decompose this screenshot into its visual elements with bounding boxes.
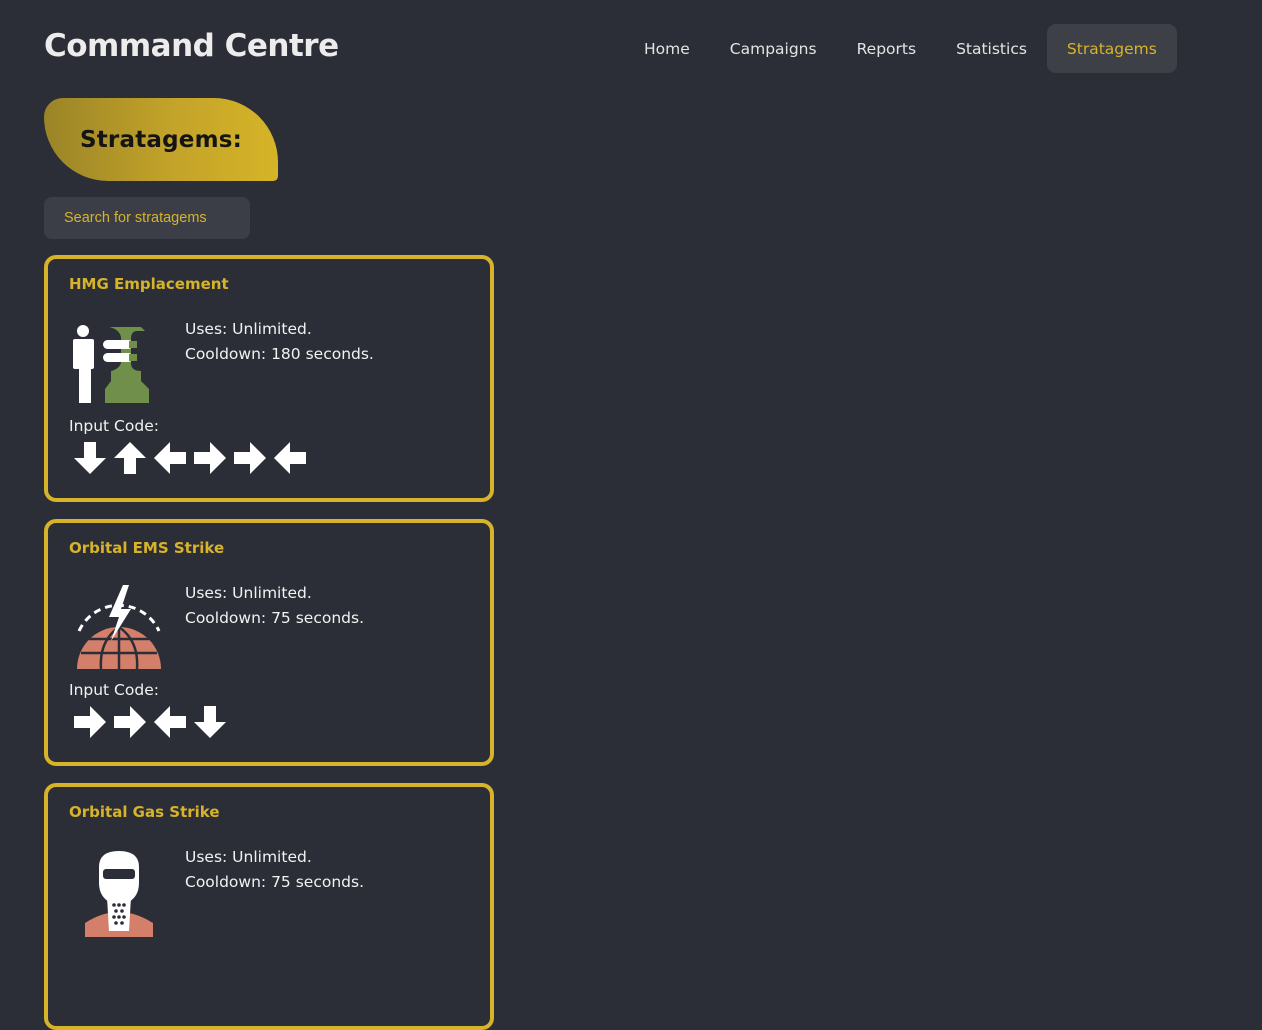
stratagem-card[interactable]: HMG Emplacement Uses: Unlimited. Cooldow…: [44, 255, 494, 502]
nav-home[interactable]: Home: [624, 24, 710, 73]
search-input[interactable]: [44, 197, 250, 239]
nav-statistics[interactable]: Statistics: [936, 24, 1047, 73]
uses-text: Uses: Unlimited.: [185, 320, 312, 338]
stratagem-name: Orbital EMS Strike: [69, 539, 225, 557]
input-code-sequence: [73, 441, 313, 475]
arrow-left-icon: [153, 705, 193, 739]
stratagem-name: Orbital Gas Strike: [69, 803, 220, 821]
uses-text: Uses: Unlimited.: [185, 584, 312, 602]
top-header: Command Centre Home Campaigns Reports St…: [0, 0, 1262, 96]
nav-stratagems[interactable]: Stratagems: [1046, 24, 1177, 73]
stratagem-name: HMG Emplacement: [69, 275, 229, 293]
arrow-left-icon: [273, 441, 313, 475]
nav-campaigns[interactable]: Campaigns: [710, 24, 837, 73]
stratagem-stats: Uses: Unlimited. Cooldown: 180 seconds.: [185, 317, 374, 367]
brand-title[interactable]: Command Centre: [44, 28, 339, 64]
stratagem-card[interactable]: Orbital EMS Strike Uses: Unlimited. Cool…: [44, 519, 494, 766]
main-nav: Home Campaigns Reports Statistics Strata…: [624, 24, 1177, 73]
arrow-down-icon: [73, 441, 113, 475]
stratagem-card[interactable]: Orbital Gas Strike Uses: Unlimited. Cool…: [44, 783, 494, 1030]
arrow-up-icon: [113, 441, 153, 475]
stratagem-stats: Uses: Unlimited. Cooldown: 75 seconds.: [185, 845, 364, 895]
uses-text: Uses: Unlimited.: [185, 848, 312, 866]
orbital-ems-strike-icon: [69, 583, 169, 673]
input-code-sequence: [73, 705, 233, 739]
input-code-label: Input Code:: [69, 681, 159, 699]
arrow-right-icon: [73, 705, 113, 739]
orbital-gas-strike-icon: [69, 847, 169, 937]
arrow-left-icon: [153, 441, 193, 475]
input-code-label: Input Code:: [69, 417, 159, 435]
arrow-down-icon: [193, 705, 233, 739]
hmg-emplacement-icon: [69, 319, 169, 409]
arrow-right-icon: [233, 441, 273, 475]
section-title-badge: Stratagems:: [44, 98, 278, 181]
section-title: Stratagems:: [79, 126, 243, 153]
nav-reports[interactable]: Reports: [837, 24, 936, 73]
cooldown-text: Cooldown: 75 seconds.: [185, 873, 364, 891]
cooldown-text: Cooldown: 75 seconds.: [185, 609, 364, 627]
cooldown-text: Cooldown: 180 seconds.: [185, 345, 374, 363]
stratagem-stats: Uses: Unlimited. Cooldown: 75 seconds.: [185, 581, 364, 631]
arrow-right-icon: [193, 441, 233, 475]
arrow-right-icon: [113, 705, 153, 739]
